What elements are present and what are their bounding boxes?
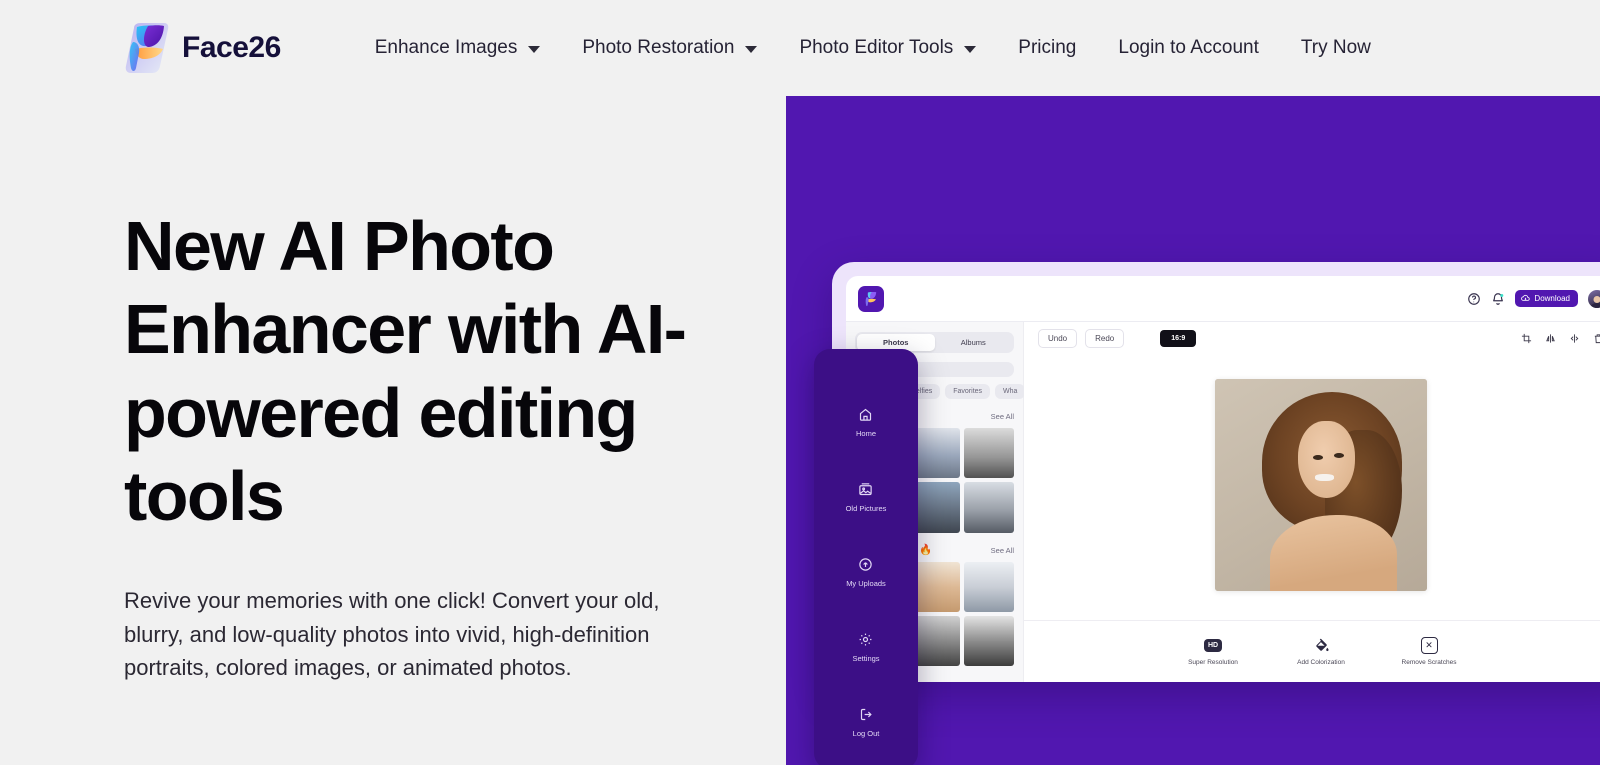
gallery-thumbnail[interactable]: [963, 428, 1014, 479]
effect-label: Remove Scratches: [1401, 659, 1457, 667]
app-mockup-device: Download Photos Albums Selfies Favorites…: [832, 262, 1600, 682]
editor-pane: Undo Redo 16:9 HD Super Resolution Add C…: [1024, 322, 1600, 682]
gallery-thumbnail[interactable]: [963, 482, 1014, 533]
effect-label: Super Resolution: [1188, 659, 1238, 667]
nav-item-login-to-account[interactable]: Login to Account: [1118, 37, 1259, 59]
sidebar-item-home[interactable]: Home: [856, 407, 876, 438]
effect-remove-scratches[interactable]: ✕ Remove Scratches: [1401, 635, 1457, 667]
home-icon: [858, 407, 873, 422]
hd-badge: HD: [1203, 638, 1223, 652]
question-circle-icon[interactable]: [1467, 292, 1481, 306]
download-label: Download: [1534, 294, 1570, 303]
hero-visual-panel: Download Photos Albums Selfies Favorites…: [786, 96, 1600, 765]
sidebar-item-label: My Uploads: [846, 579, 886, 588]
effect-add-colorization[interactable]: Add Colorization: [1293, 635, 1349, 667]
upload-cloud-icon: [858, 557, 873, 572]
landing-page: Face26 Enhance Images Photo Restoration …: [0, 0, 1600, 765]
main-navigation: Enhance Images Photo Restoration Photo E…: [375, 37, 1371, 59]
sidebar-item-my-uploads[interactable]: My Uploads: [846, 557, 886, 588]
app-mockup-screen: Download Photos Albums Selfies Favorites…: [846, 276, 1600, 682]
logout-icon: [859, 707, 874, 722]
app-topbar-actions: Download: [1467, 289, 1600, 308]
nav-item-photo-editor-tools[interactable]: Photo Editor Tools: [799, 37, 977, 59]
hd-icon: HD: [1203, 635, 1223, 655]
nav-label: Enhance Images: [374, 37, 518, 58]
hero-subtitle: Revive your memories with one click! Con…: [124, 588, 660, 681]
gear-icon: [858, 632, 873, 647]
nav-label: Login to Account: [1118, 37, 1259, 58]
chevron-down-icon: [964, 46, 977, 53]
site-header: Face26 Enhance Images Photo Restoration …: [0, 0, 1600, 96]
gallery-thumbnail[interactable]: [963, 615, 1014, 667]
editor-effects-bar: HD Super Resolution Add Colorization ✕ R…: [1024, 620, 1600, 682]
chip-whatsapp[interactable]: Wha: [995, 384, 1026, 399]
trash-icon[interactable]: [1593, 333, 1600, 344]
effect-label: Add Colorization: [1297, 659, 1345, 667]
see-all-link[interactable]: See All: [991, 546, 1014, 555]
brand-name: Face26: [182, 31, 281, 64]
editor-tool-icons: [1521, 333, 1600, 344]
nav-label: Try Now: [1300, 37, 1371, 58]
chevron-down-icon: [528, 46, 541, 53]
editor-photo[interactable]: [1215, 379, 1427, 591]
undo-button[interactable]: Undo: [1038, 328, 1078, 348]
nav-item-try-now[interactable]: Try Now: [1301, 37, 1371, 59]
nav-item-pricing[interactable]: Pricing: [1018, 37, 1076, 59]
chevron-down-icon: [745, 46, 758, 53]
download-cloud-icon: [1521, 294, 1531, 301]
hero-section: New AI Photo Enhancer with AI-powered ed…: [124, 205, 744, 685]
download-button[interactable]: Download: [1515, 290, 1578, 307]
x-badge: ✕: [1420, 636, 1438, 654]
app-topbar: Download: [846, 276, 1600, 322]
user-avatar[interactable]: [1588, 289, 1600, 308]
nav-label: Photo Restoration: [582, 37, 735, 58]
phone-mockup-device: Home Old Pictures My Uploads Settings Lo…: [814, 349, 918, 765]
app-logo-icon[interactable]: [858, 285, 884, 312]
editor-toolbar: Undo Redo 16:9: [1024, 322, 1600, 354]
tab-albums[interactable]: Albums: [935, 334, 1013, 351]
photo-stack-icon: [858, 482, 873, 497]
nav-item-enhance-images[interactable]: Enhance Images: [375, 37, 541, 59]
see-all-link[interactable]: See All: [991, 412, 1014, 421]
face26-f-logo-icon: [124, 22, 170, 74]
remove-box-icon: ✕: [1419, 635, 1439, 655]
bell-icon[interactable]: [1491, 292, 1505, 306]
editor-canvas: [1024, 354, 1600, 620]
crop-icon[interactable]: [1521, 333, 1532, 344]
paint-bucket-icon: [1311, 635, 1331, 655]
sidebar-item-label: Settings: [852, 654, 880, 663]
sidebar-item-label: Log Out: [852, 729, 880, 738]
chip-favorites[interactable]: Favorites: [945, 384, 991, 399]
sidebar-item-log-out[interactable]: Log Out: [852, 707, 880, 738]
gallery-thumbnail[interactable]: [963, 561, 1014, 612]
nav-label: Photo Editor Tools: [799, 37, 954, 58]
page-title: New AI Photo Enhancer with AI-powered ed…: [124, 207, 687, 535]
redo-button[interactable]: Redo: [1085, 328, 1125, 348]
mirror-icon[interactable]: [1569, 333, 1580, 344]
sidebar-item-label: Old Pictures: [845, 504, 887, 513]
brand-logo-link[interactable]: Face26: [124, 22, 281, 74]
sidebar-item-settings[interactable]: Settings: [852, 632, 880, 663]
nav-label: Pricing: [1018, 37, 1077, 58]
nav-item-photo-restoration[interactable]: Photo Restoration: [582, 37, 758, 59]
sidebar-item-old-pictures[interactable]: Old Pictures: [845, 482, 887, 513]
flip-icon[interactable]: [1545, 333, 1556, 344]
aspect-ratio-badge[interactable]: 16:9: [1160, 329, 1197, 347]
sidebar-item-label: Home: [855, 429, 876, 438]
app-body: Photos Albums Search Recents Selfies Fav…: [846, 322, 1600, 682]
effect-super-resolution[interactable]: HD Super Resolution: [1185, 635, 1241, 667]
